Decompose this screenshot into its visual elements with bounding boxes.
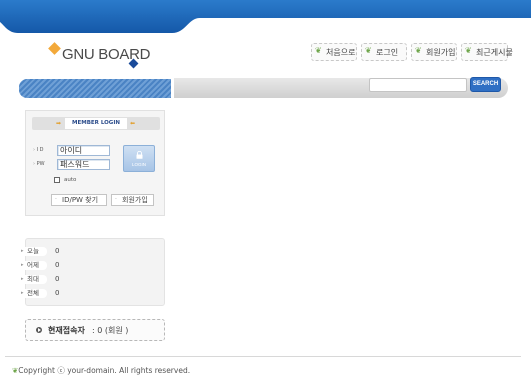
logo-text: GNU BOARD (62, 46, 151, 63)
leaf-icon: ❦ (415, 46, 422, 55)
arrow-left-icon: ⬅ (130, 120, 136, 127)
pw-label: › PW (33, 161, 45, 167)
footer-copyright: ❦Copyright ⓒ your-domain. All rights res… (12, 366, 191, 375)
id-field[interactable]: 아이디 (57, 145, 110, 156)
nav-login-button[interactable]: ❦ 로그인 (361, 43, 407, 61)
bullet-icon: · (115, 196, 117, 203)
nav-home-label: 처음으로 (326, 48, 356, 57)
lock-icon (136, 151, 143, 159)
nav-recent-button[interactable]: ❦ 최근게시물 (461, 43, 513, 61)
find-id-pw-button[interactable]: · ID/PW 찾기 (51, 194, 107, 206)
header-band (0, 0, 531, 33)
menu-stripe-bar (19, 79, 171, 98)
leaf-icon: ❦ (465, 46, 472, 55)
play-circle-icon (36, 327, 42, 333)
login-header-label: MEMBER LOGIN (65, 118, 127, 129)
auto-login-label: auto (64, 177, 77, 183)
password-field[interactable]: 패스워드 (57, 159, 110, 170)
footer-divider (5, 356, 521, 357)
nav-login-label: 로그인 (376, 48, 399, 57)
login-header: ➡ MEMBER LOGIN ⬅ (32, 117, 160, 130)
auto-login-checkbox[interactable] (54, 177, 60, 183)
nav-recent-label: 최근게시물 (476, 48, 513, 57)
nav-join-label: 회원가입 (426, 48, 456, 57)
search-input[interactable] (369, 78, 467, 92)
logo-diamond-icon (48, 42, 61, 55)
nav-join-button[interactable]: ❦ 회원가입 (411, 43, 457, 61)
search-button[interactable]: SEARCH (470, 77, 501, 92)
join-button[interactable]: · 회원가입 (111, 194, 154, 206)
current-users-count: : 0 (회원 ) (92, 326, 129, 335)
site-logo[interactable]: GNU BOARD (48, 40, 150, 69)
bullet-icon: · (55, 196, 57, 203)
current-users-box[interactable]: 현재접속자 : 0 (회원 ) (25, 319, 165, 341)
nav-home-button[interactable]: ❦ 처음으로 (311, 43, 357, 61)
current-users-label: 현재접속자 (48, 326, 85, 335)
login-button[interactable]: LOGIN (123, 145, 155, 172)
leaf-icon: ❦ (365, 46, 372, 55)
arrow-right-icon: ➡ (56, 120, 62, 127)
id-label: › I D (33, 147, 44, 153)
leaf-icon: ❦ (315, 46, 322, 55)
login-button-label: LOGIN (131, 162, 146, 167)
